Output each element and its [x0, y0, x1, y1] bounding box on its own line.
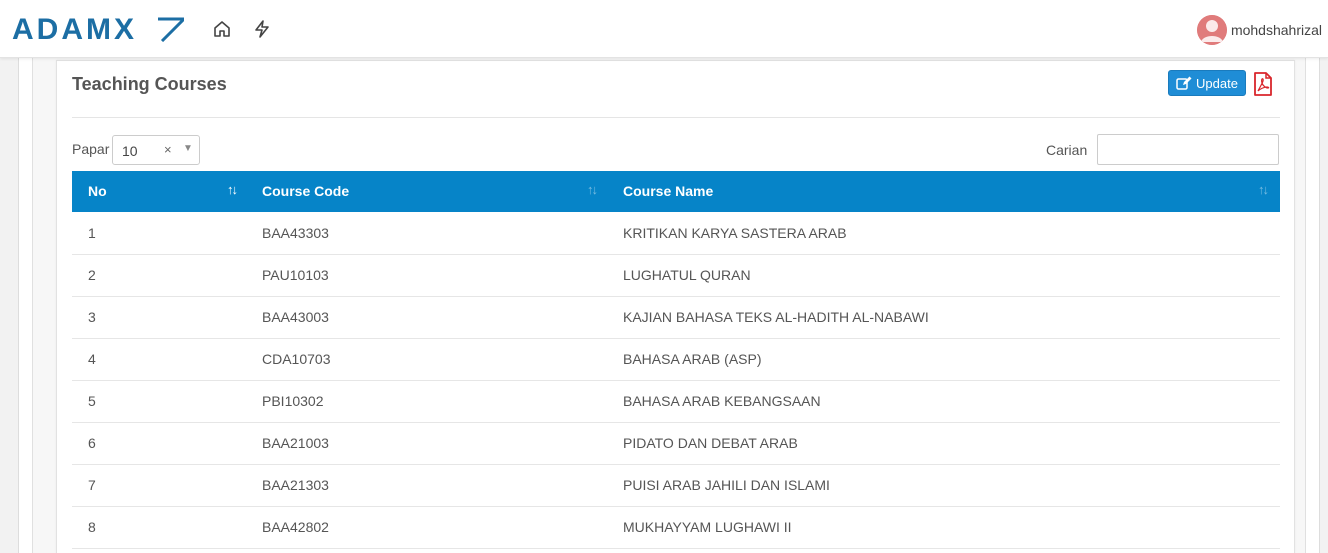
- cell-no: 8: [88, 519, 96, 535]
- cell-no: 5: [88, 393, 96, 409]
- table-row: 5 PBI10302 BAHASA ARAB KEBANGSAAN: [72, 380, 1280, 422]
- cell-course-name: PIDATO DAN DEBAT ARAB: [623, 435, 798, 451]
- cell-course-code: CDA10703: [262, 351, 331, 367]
- bolt-icon[interactable]: [251, 18, 273, 40]
- cell-course-code: PAU10103: [262, 267, 329, 283]
- courses-table: No ↑↓ Course Code ↑↓ Course Name ↑↓ 1 BA…: [72, 171, 1280, 549]
- cell-course-name: KRITIKAN KARYA SASTERA ARAB: [623, 224, 847, 241]
- teaching-courses-card: Teaching Courses Update Papar 10 × ▼ Car…: [56, 60, 1295, 553]
- search-input[interactable]: [1097, 134, 1279, 165]
- home-icon[interactable]: [211, 18, 233, 40]
- user-name: mohdshahrizal: [1230, 22, 1322, 38]
- cell-course-name: BAHASA ARAB (ASP): [623, 351, 762, 367]
- edit-icon: [1176, 76, 1192, 90]
- sort-icon[interactable]: ↑↓: [1258, 182, 1269, 197]
- caret-down-icon[interactable]: ▼: [183, 143, 193, 154]
- clear-icon[interactable]: ×: [164, 142, 172, 157]
- cell-no: 2: [88, 267, 96, 283]
- cell-no: 4: [88, 351, 96, 367]
- pdf-icon: [1254, 72, 1272, 96]
- cell-course-name: PUISI ARAB JAHILI DAN ISLAMI: [623, 477, 830, 493]
- table-row: 1 BAA43303 KRITIKAN KARYA SASTERA ARAB: [72, 212, 1280, 254]
- svg-text:ADAMX: ADAMX: [12, 16, 137, 42]
- adamx-logo[interactable]: ADAMX: [12, 14, 184, 44]
- top-navbar: ADAMX mohdshahrizal: [0, 0, 1328, 58]
- cell-course-name: MUKHAYYAM LUGHAWI II: [623, 519, 792, 535]
- papar-label: Papar: [72, 141, 110, 157]
- user-avatar-icon: [1196, 15, 1227, 45]
- cell-course-code: BAA21303: [262, 477, 329, 493]
- cell-no: 6: [88, 435, 96, 451]
- table-row: 2 PAU10103 LUGHATUL QURAN: [72, 254, 1280, 296]
- card-divider: [72, 117, 1280, 118]
- table-header-row: No ↑↓ Course Code ↑↓ Course Name ↑↓: [72, 171, 1280, 212]
- column-header-label: Course Name: [623, 183, 714, 199]
- table-row: 8 BAA42802 MUKHAYYAM LUGHAWI II: [72, 506, 1280, 548]
- table-body: 1 BAA43303 KRITIKAN KARYA SASTERA ARAB 2…: [72, 212, 1280, 548]
- cell-course-name: KAJIAN BAHASA TEKS AL-HADITH AL-NABAWI: [623, 309, 929, 325]
- table-row: 7 BAA21303 PUISI ARAB JAHILI DAN ISLAMI: [72, 464, 1280, 506]
- adamx-logo-mark: ADAMX: [12, 16, 184, 42]
- pdf-export-button[interactable]: [1252, 72, 1274, 96]
- column-header-no[interactable]: No ↑↓: [72, 171, 247, 212]
- column-header-course-code[interactable]: Course Code ↑↓: [247, 171, 608, 212]
- carian-label: Carian: [1046, 142, 1088, 158]
- cell-course-name: LUGHATUL QURAN: [623, 267, 751, 283]
- cell-course-code: BAA42802: [262, 519, 329, 535]
- user-menu[interactable]: mohdshahrizal: [1196, 14, 1322, 46]
- cell-no: 3: [88, 309, 96, 325]
- page-size-select[interactable]: 10 × ▼: [112, 135, 200, 165]
- table-row: 6 BAA21003 PIDATO DAN DEBAT ARAB: [72, 422, 1280, 464]
- cell-course-code: BAA43003: [262, 309, 329, 325]
- cell-no: 1: [88, 224, 96, 241]
- table-row: 3 BAA43003 KAJIAN BAHASA TEKS AL-HADITH …: [72, 296, 1280, 338]
- update-button[interactable]: Update: [1168, 70, 1246, 96]
- page-size-value: 10: [122, 143, 138, 159]
- cell-course-code: PBI10302: [262, 393, 324, 409]
- sort-icon[interactable]: ↑↓: [227, 182, 238, 197]
- update-label: Update: [1196, 75, 1238, 91]
- column-header-course-name[interactable]: Course Name ↑↓: [608, 171, 1280, 212]
- table-row: 4 CDA10703 BAHASA ARAB (ASP): [72, 338, 1280, 380]
- card-title: Teaching Courses: [72, 74, 227, 94]
- sort-icon[interactable]: ↑↓: [587, 182, 598, 197]
- cell-course-code: BAA43303: [262, 224, 329, 241]
- cell-course-code: BAA21003: [262, 435, 329, 451]
- cell-course-name: BAHASA ARAB KEBANGSAAN: [623, 393, 821, 409]
- cell-no: 7: [88, 477, 96, 493]
- column-header-label: Course Code: [262, 183, 350, 199]
- column-header-label: No: [88, 183, 107, 199]
